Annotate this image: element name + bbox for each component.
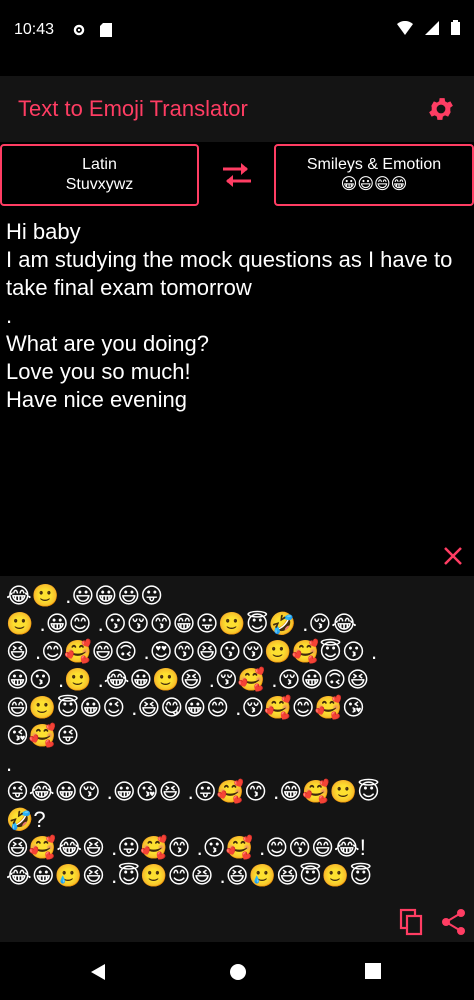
sd-card-icon	[100, 23, 114, 37]
swap-arrows-icon[interactable]	[219, 160, 255, 190]
status-time: 10:43	[14, 21, 55, 38]
copy-icon[interactable]	[398, 908, 426, 936]
target-language-name: Smileys & Emotion	[306, 156, 442, 173]
wifi-icon	[397, 20, 413, 40]
share-icon[interactable]	[440, 908, 468, 936]
status-bar: 10:43	[0, 0, 474, 60]
back-icon[interactable]	[88, 962, 108, 987]
settings-status-icon	[72, 23, 86, 37]
output-panel: 😂🙂 .😃😀😃😛 🙂 .😀😊 .😗😚😙😁😛🙂😇🤣 .😚😂 😆 .😊🥰😄🙃 .😍😙…	[0, 576, 474, 942]
source-language-name: Latin	[82, 156, 117, 173]
target-language-sample: 😀😃😄😁	[340, 176, 408, 193]
signal-icon	[425, 20, 439, 40]
app-title: Text to Emoji Translator	[18, 96, 248, 121]
close-icon[interactable]	[442, 545, 464, 567]
battery-icon	[451, 20, 460, 40]
output-text: 😂🙂 .😃😀😃😛 🙂 .😀😊 .😗😚😙😁😛🙂😇🤣 .😚😂 😆 .😊🥰😄🙃 .😍😙…	[6, 583, 380, 888]
target-language-button[interactable]: Smileys & Emotion 😀😃😄😁	[274, 144, 474, 206]
app-bar: Text to Emoji Translator	[0, 76, 474, 142]
input-text-field[interactable]: Hi baby I am studying the mock questions…	[6, 218, 470, 414]
gear-icon[interactable]	[426, 94, 456, 124]
source-language-button[interactable]: Latin Stuvxywz	[0, 144, 199, 206]
source-language-sample: Stuvxywz	[65, 176, 134, 193]
recent-apps-icon[interactable]	[364, 962, 382, 985]
home-icon[interactable]	[228, 962, 248, 987]
